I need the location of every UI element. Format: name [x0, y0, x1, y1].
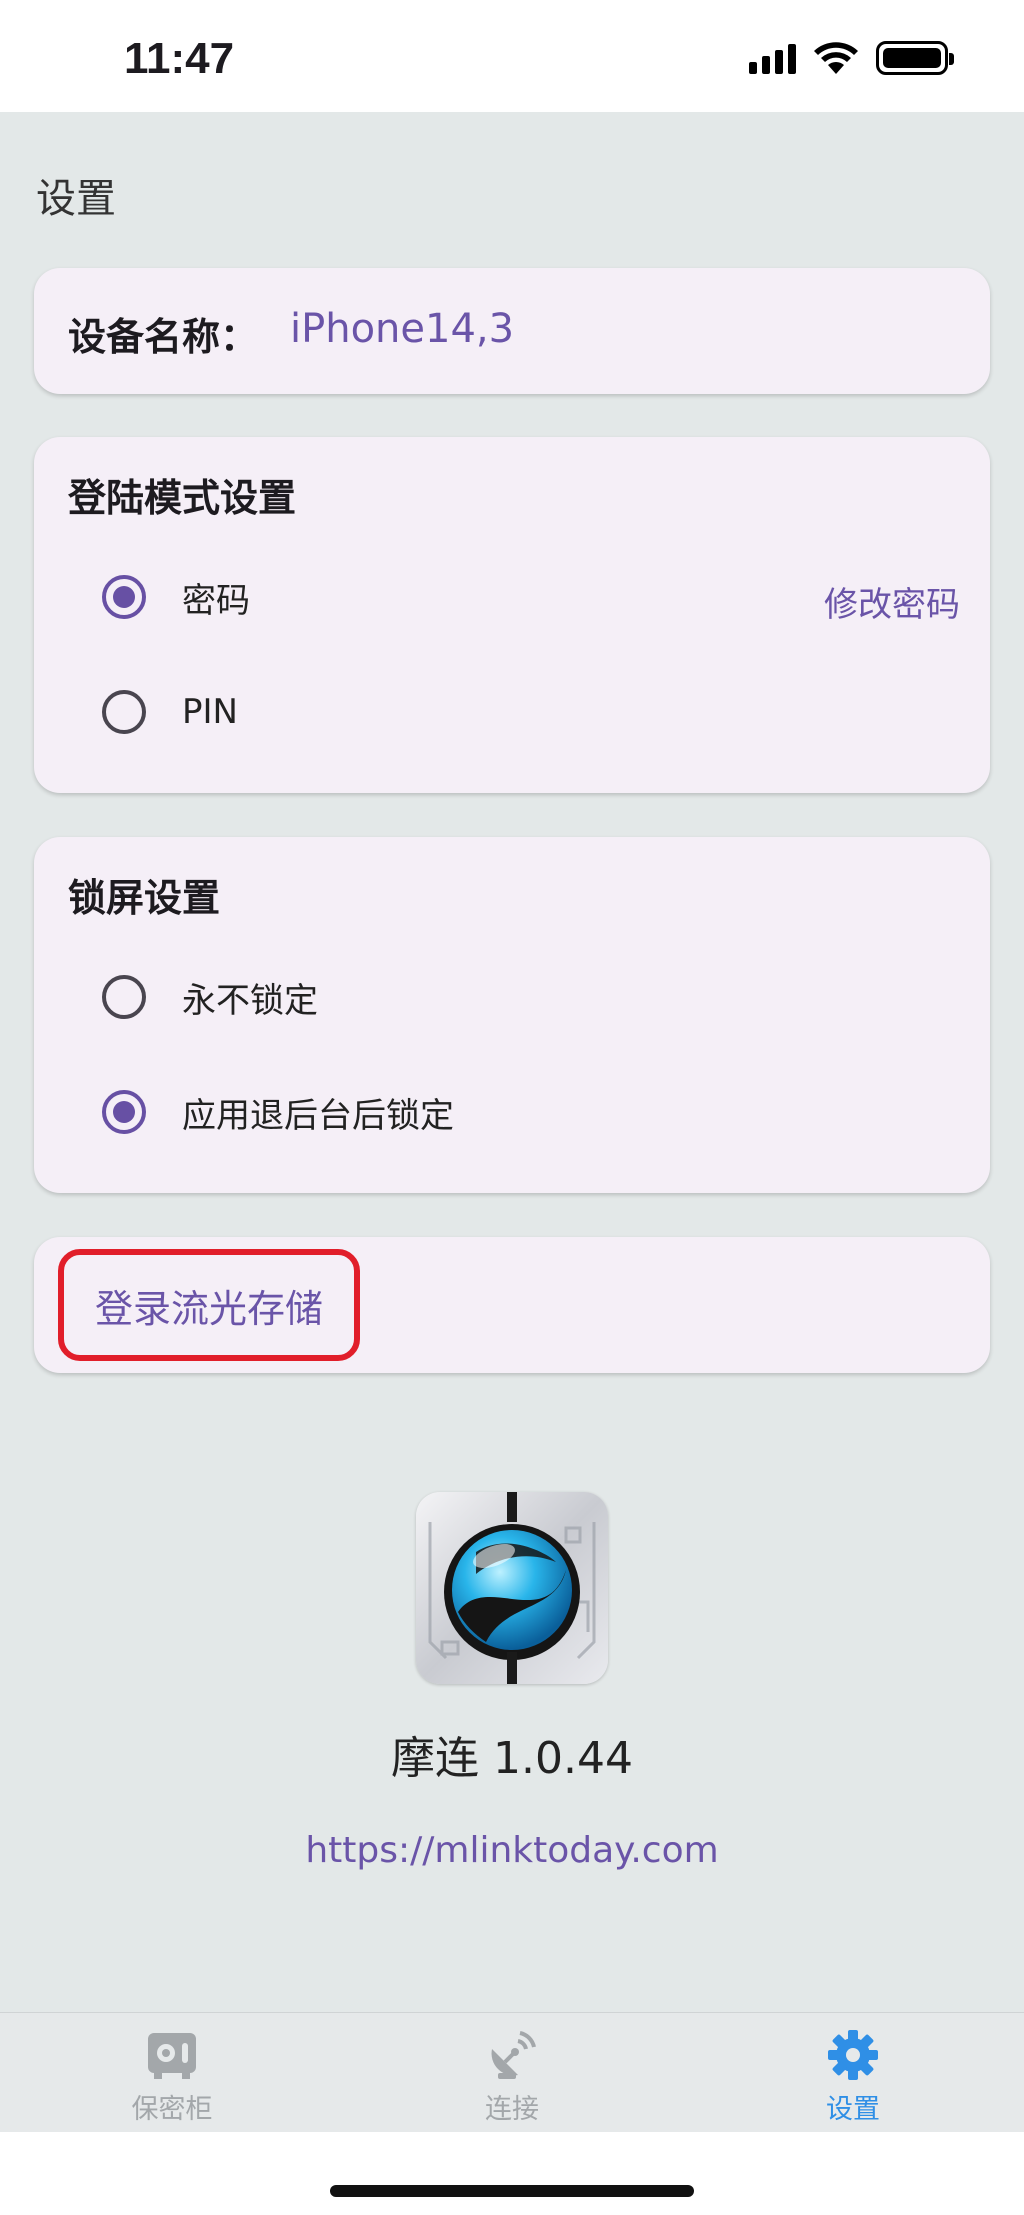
- page-title: 设置: [36, 176, 116, 222]
- tab-connect[interactable]: 连接: [412, 2013, 612, 2133]
- login-option-pin-label: PIN: [182, 692, 238, 732]
- app-logo: [416, 1492, 608, 1684]
- home-area: [0, 2132, 1024, 2215]
- status-time: 11:47: [124, 34, 235, 83]
- safe-icon: [148, 2033, 196, 2079]
- change-password-link[interactable]: 修改密码: [824, 577, 960, 626]
- storage-login-button[interactable]: 登录流光存储: [58, 1249, 360, 1361]
- home-indicator[interactable]: [330, 2185, 694, 2197]
- tab-settings-label: 设置: [826, 2094, 880, 2125]
- lock-option-background-label: 应用退后台后锁定: [182, 1095, 454, 1136]
- device-name-label: 设备名称：: [68, 315, 259, 359]
- gear-icon: [828, 2030, 878, 2080]
- status-icons: [749, 40, 954, 76]
- bottom-tab-bar: 保密柜 连接 设置: [0, 2012, 1024, 2132]
- tab-settings[interactable]: 设置: [753, 2013, 953, 2133]
- status-bar: 11:47: [0, 0, 1024, 112]
- lock-option-background[interactable]: 应用退后台后锁定: [102, 1082, 454, 1142]
- tab-connect-label: 连接: [485, 2094, 539, 2125]
- login-mode-card: 登陆模式设置 密码 修改密码 PIN: [34, 437, 990, 793]
- device-name-value: iPhone14,3: [290, 306, 515, 352]
- device-name-card: 设备名称： iPhone14,3: [34, 268, 990, 394]
- battery-icon: [876, 41, 954, 75]
- cellular-signal-icon: [749, 42, 796, 74]
- radio-unchecked-icon[interactable]: [102, 975, 146, 1019]
- radio-checked-icon[interactable]: [102, 1090, 146, 1134]
- app-logo-icon: [428, 1492, 596, 1684]
- app-website-link[interactable]: https://mlinktoday.com: [0, 1830, 1024, 1871]
- radio-unchecked-icon[interactable]: [102, 690, 146, 734]
- lock-screen-title: 锁屏设置: [68, 876, 221, 920]
- radio-checked-icon[interactable]: [102, 575, 146, 619]
- satellite-dish-icon: [491, 2031, 536, 2079]
- lock-screen-card: 锁屏设置 永不锁定 应用退后台后锁定: [34, 837, 990, 1193]
- wifi-icon: [814, 42, 858, 74]
- lock-option-never-label: 永不锁定: [182, 980, 318, 1021]
- storage-login-card: 登录流光存储: [34, 1237, 990, 1373]
- app-version: 摩连 1.0.44: [391, 1733, 633, 1784]
- login-option-password-label: 密码: [182, 580, 250, 621]
- lock-option-never[interactable]: 永不锁定: [102, 967, 318, 1027]
- login-option-password[interactable]: 密码: [102, 567, 250, 627]
- tab-safe[interactable]: 保密柜: [72, 2013, 272, 2133]
- login-option-pin[interactable]: PIN: [102, 682, 238, 742]
- login-mode-title: 登陆模式设置: [68, 476, 297, 520]
- tab-safe-label: 保密柜: [131, 2094, 213, 2125]
